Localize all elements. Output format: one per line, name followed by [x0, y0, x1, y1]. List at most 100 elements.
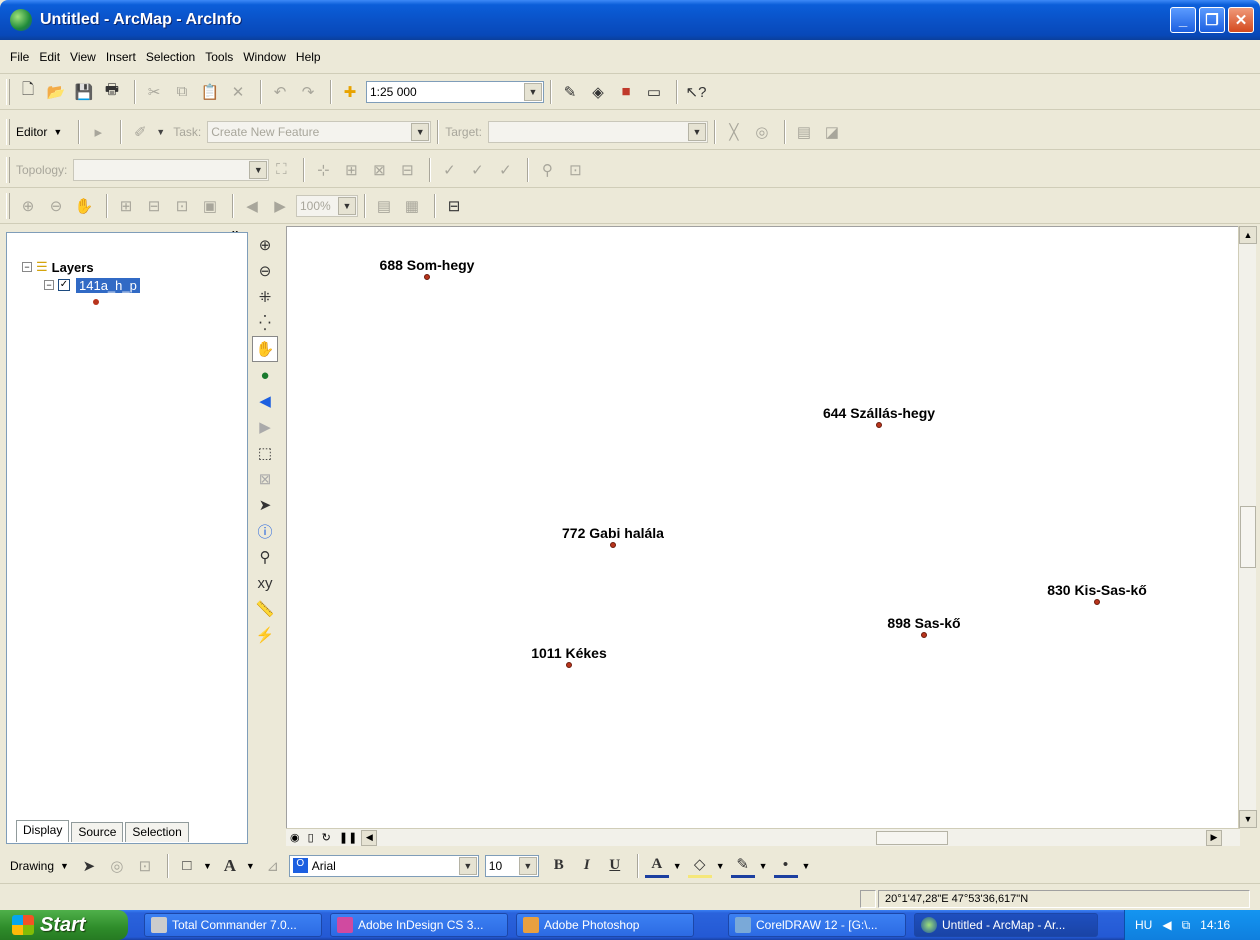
zoom-in-page-icon[interactable]: ⊕	[16, 194, 40, 218]
tab-display[interactable]: Display	[16, 820, 70, 842]
layout-zoom-combo[interactable]: 100% ▼	[296, 194, 358, 217]
horizontal-scroll-thumb[interactable]	[876, 831, 948, 845]
delete-icon[interactable]: ✕	[226, 80, 250, 104]
edit-tool-icon[interactable]: ▸	[86, 120, 110, 144]
layout-view-icon[interactable]: ▯	[308, 831, 314, 844]
editor-menu[interactable]: Editor	[16, 125, 47, 139]
chevron-down-icon[interactable]: ▼	[518, 856, 537, 875]
refresh-icon[interactable]: ↻	[322, 831, 331, 844]
menu-file[interactable]: File	[10, 50, 29, 64]
point-marker[interactable]	[876, 422, 882, 428]
back-arrow-icon[interactable]: ◀	[252, 388, 278, 414]
tray-expand-icon[interactable]: ◀	[1162, 918, 1171, 932]
clock[interactable]: 14:16	[1200, 918, 1230, 932]
sketch-properties-icon[interactable]: ◪	[820, 120, 844, 144]
copy-icon[interactable]: ⧉	[170, 80, 194, 104]
clear-selection-icon[interactable]: ⊠	[252, 466, 278, 492]
rectangle-icon[interactable]: □	[175, 854, 199, 878]
topology-combo[interactable]: ▼	[73, 158, 270, 181]
chevron-down-icon[interactable]: ▼	[802, 861, 811, 871]
bold-icon[interactable]: B	[547, 854, 571, 878]
validate-extent-icon[interactable]: ✓	[437, 158, 461, 182]
select-elements-icon[interactable]: ➤	[77, 854, 101, 878]
fixed-zoom-out-page-icon[interactable]: ⊟	[142, 194, 166, 218]
point-marker[interactable]	[921, 632, 927, 638]
pan-page-icon[interactable]: ✋	[72, 194, 96, 218]
add-data-icon[interactable]: ✚	[338, 80, 362, 104]
new-icon[interactable]: 🗋	[16, 80, 40, 104]
full-extent-icon[interactable]: ●	[252, 362, 278, 388]
toolbar-grip[interactable]	[6, 118, 10, 145]
underline-icon[interactable]: U	[603, 854, 627, 878]
forward-arrow-icon[interactable]: ▶	[252, 414, 278, 440]
task-coreldraw[interactable]: CorelDRAW 12 - [G:\...	[728, 913, 906, 937]
arccatalog-icon[interactable]: ◈	[586, 80, 610, 104]
chevron-down-icon[interactable]: ▼	[156, 127, 165, 137]
chevron-down-icon[interactable]: ▼	[411, 122, 430, 141]
chevron-down-icon[interactable]: ▼	[759, 861, 768, 871]
text-tool-icon[interactable]: A	[218, 854, 242, 878]
chevron-down-icon[interactable]: ▼	[246, 861, 255, 871]
menu-help[interactable]: Help	[296, 50, 321, 64]
topology-edit-icon[interactable]: ⊹	[311, 158, 335, 182]
zoom-in-icon[interactable]: ⊕	[252, 232, 278, 258]
arctoolbox-icon[interactable]: ■	[614, 80, 638, 104]
layer-name[interactable]: 141a_h_p	[76, 277, 140, 293]
menu-edit[interactable]: Edit	[39, 50, 60, 64]
chevron-down-icon[interactable]: ▼	[203, 861, 212, 871]
toolbar-grip[interactable]	[6, 156, 10, 183]
menu-insert[interactable]: Insert	[106, 50, 136, 64]
italic-icon[interactable]: I	[575, 854, 599, 878]
menu-tools[interactable]: Tools	[205, 50, 233, 64]
layers-root[interactable]: − ☰ Layers	[22, 258, 140, 276]
editor-toolbar-icon[interactable]: ✎	[558, 80, 582, 104]
go-to-xy-icon[interactable]: xy	[252, 570, 278, 596]
point-marker[interactable]	[424, 274, 430, 280]
font-combo[interactable]: O Arial ▼	[288, 854, 479, 877]
fixed-zoom-in-icon[interactable]: ⁜	[252, 284, 278, 310]
zoom-to-selected-icon[interactable]: ⊡	[133, 854, 157, 878]
split-tool-icon[interactable]: ╳	[722, 120, 746, 144]
task-photoshop[interactable]: Adobe Photoshop	[516, 913, 694, 937]
vertical-scrollbar[interactable]: ▲ ▼	[1238, 226, 1257, 828]
tab-selection[interactable]: Selection	[125, 822, 189, 842]
task-total-commander[interactable]: Total Commander 7.0...	[144, 913, 322, 937]
data-view-icon[interactable]: ◉	[290, 831, 300, 844]
menu-view[interactable]: View	[70, 50, 96, 64]
identify-icon[interactable]: ⓘ	[252, 518, 278, 544]
chevron-down-icon[interactable]: ▼	[458, 856, 477, 875]
construct-features-icon[interactable]: ⊠	[367, 158, 391, 182]
minimize-button[interactable]: _	[1170, 7, 1196, 33]
find-icon[interactable]: ⚲	[252, 544, 278, 570]
map-topology-icon[interactable]: ⛶	[269, 158, 293, 182]
font-color-icon[interactable]: A	[644, 854, 669, 878]
close-button[interactable]: ✕	[1228, 7, 1254, 33]
fixed-zoom-in-page-icon[interactable]: ⊞	[114, 194, 138, 218]
menu-selection[interactable]: Selection	[146, 50, 195, 64]
line-color-icon[interactable]: ✎	[730, 854, 755, 878]
toolbar-grip[interactable]	[6, 192, 10, 219]
chevron-down-icon[interactable]: ▼	[53, 127, 62, 137]
focus-data-frame-icon[interactable]: ▦	[400, 194, 424, 218]
fix-error-icon[interactable]: ⚲	[535, 158, 559, 182]
chevron-down-icon[interactable]: ▼	[524, 82, 542, 101]
drawing-menu[interactable]: Drawing	[10, 859, 54, 873]
target-combo[interactable]: ▼	[487, 120, 708, 143]
restore-button[interactable]: ❐	[1199, 7, 1225, 33]
redo-icon[interactable]: ↷	[296, 80, 320, 104]
select-features-icon[interactable]: ⬚	[252, 440, 278, 466]
planarize-icon[interactable]: ⊟	[395, 158, 419, 182]
rotate-tool-icon[interactable]: ◎	[750, 120, 774, 144]
menu-window[interactable]: Window	[243, 50, 286, 64]
cut-icon[interactable]: ✂	[142, 80, 166, 104]
chevron-down-icon[interactable]: ▼	[249, 160, 268, 179]
whats-this-icon[interactable]: ↖?	[684, 80, 708, 104]
next-extent-page-icon[interactable]: ▶	[268, 194, 292, 218]
chevron-down-icon[interactable]: ▼	[60, 861, 69, 871]
pause-drawing-icon[interactable]: ❚❚	[339, 831, 357, 844]
tab-source[interactable]: Source	[71, 822, 124, 842]
attributes-icon[interactable]: ▤	[792, 120, 816, 144]
save-icon[interactable]: 💾	[72, 80, 96, 104]
layer-item[interactable]: − ✓ 141a_h_p	[22, 276, 140, 294]
fixed-zoom-out-icon[interactable]: ⁛	[252, 310, 278, 336]
